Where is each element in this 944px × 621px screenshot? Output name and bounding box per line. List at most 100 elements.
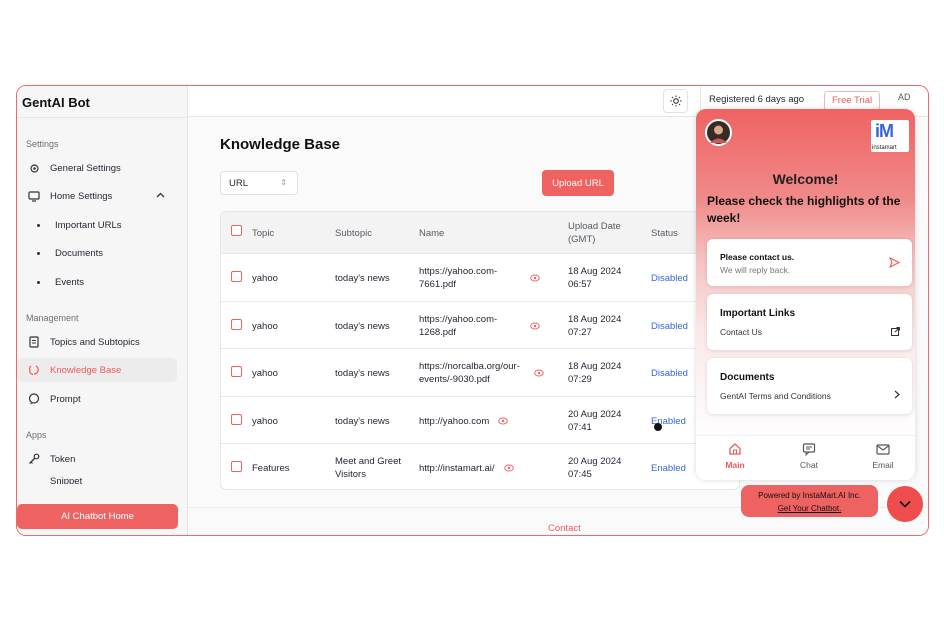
bullet-icon <box>37 223 40 227</box>
welcome-heading: Welcome! <box>772 171 839 187</box>
widget-tab-email[interactable]: Email <box>858 442 908 470</box>
widget-toggle-button[interactable] <box>887 486 923 522</box>
highlight-text: Please check the highlights of the week! <box>707 194 901 225</box>
section-apps: Apps <box>26 430 47 440</box>
sidebar-item-label: Snippet <box>50 476 83 484</box>
sidebar-item-documents[interactable]: Documents <box>17 241 177 265</box>
select-arrows-icon: ⇕ <box>280 178 287 187</box>
brain-icon <box>28 364 40 376</box>
external-link-icon <box>891 327 900 336</box>
sidebar-item-snippet[interactable]: Snippet <box>17 476 177 484</box>
free-trial-badge[interactable]: Free Trial <box>824 91 881 110</box>
sidebar-item-label: Documents <box>55 247 104 259</box>
source-type-select[interactable]: URL ⇕ <box>220 171 298 195</box>
row-date: 18 Aug 2024 07:27 <box>568 313 622 338</box>
theme-toggle-button[interactable] <box>663 89 688 113</box>
row-status[interactable]: Disabled <box>651 320 688 333</box>
row-checkbox[interactable] <box>231 461 242 472</box>
card-subtitle: GentAI Terms and Conditions <box>720 391 831 401</box>
widget-nav: Main Chat Email <box>696 435 915 480</box>
eye-icon[interactable] <box>534 369 544 377</box>
mouse-cursor <box>654 423 662 431</box>
app-window: GentAI Bot Settings General Settings Hom… <box>16 85 929 536</box>
bullet-icon <box>37 251 40 255</box>
sidebar-item-knowledge-base[interactable]: Knowledge Base <box>17 358 177 382</box>
widget-tab-label: Main <box>725 460 745 470</box>
sidebar-item-label: Token <box>50 453 76 465</box>
row-checkbox[interactable] <box>231 318 242 330</box>
chevron-up-icon[interactable] <box>156 190 165 201</box>
table-row: yahoo today's news https://yahoo.com-126… <box>221 302 739 349</box>
card-title: Important Links <box>720 308 796 319</box>
upload-url-button[interactable]: Upload URL <box>542 170 614 196</box>
sidebar-item-token[interactable]: Token <box>17 447 177 471</box>
row-date: 20 Aug 2024 07:45 <box>568 456 622 480</box>
sidebar-item-home-settings[interactable]: Home Settings <box>17 184 177 208</box>
table-row: Features Meet and Greet Visitors http://… <box>221 444 739 489</box>
row-status[interactable]: Disabled <box>651 272 688 285</box>
documents-card[interactable]: Documents GentAI Terms and Conditions <box>707 358 912 414</box>
instamart-logo: iM instamart <box>871 120 909 152</box>
row-checkbox[interactable] <box>231 366 242 377</box>
eye-icon[interactable] <box>530 274 540 282</box>
row-topic: yahoo <box>252 273 278 284</box>
sun-icon <box>670 95 681 107</box>
widget-tab-chat[interactable]: Chat <box>784 442 834 470</box>
sidebar-item-label: Topics and Subtopics <box>50 336 140 348</box>
widget-tab-main[interactable]: Main <box>710 442 760 470</box>
app-title: GentAI Bot <box>17 86 187 118</box>
user-avatar[interactable]: AD <box>898 92 920 108</box>
card-title: Documents <box>720 372 775 383</box>
home-icon <box>729 443 741 455</box>
sidebar-item-prompt[interactable]: Prompt <box>17 387 177 411</box>
document-icon <box>28 336 40 348</box>
eye-icon[interactable] <box>498 417 508 425</box>
sidebar-item-events[interactable]: Events <box>17 270 177 294</box>
row-name: http://yahoo.com <box>419 415 490 427</box>
select-value: URL <box>229 178 249 189</box>
sidebar-item-label: Home Settings <box>50 190 113 202</box>
knowledge-table: Topic Subtopic Name Upload Date (GMT) St… <box>220 211 740 490</box>
row-date: 20 Aug 2024 07:41 <box>568 408 622 433</box>
sidebar-item-general-settings[interactable]: General Settings <box>17 156 177 180</box>
row-status[interactable]: Disabled <box>651 367 688 380</box>
sidebar-item-important-urls[interactable]: Important URLs <box>17 213 177 237</box>
contact-us-card[interactable]: Please contact us. We will reply back. <box>707 239 912 286</box>
header-topic: Topic <box>252 228 275 239</box>
logo-mark: iM <box>875 121 894 141</box>
eye-icon[interactable] <box>504 464 514 472</box>
powered-by-badge[interactable]: Powered by InstaMart.AI Inc. Get Your Ch… <box>741 485 878 517</box>
agent-avatar <box>705 119 732 146</box>
sidebar-item-label: Knowledge Base <box>50 364 122 376</box>
widget-tab-label: Chat <box>800 460 818 470</box>
row-name: https://yahoo.com-1268.pdf <box>419 313 498 338</box>
row-checkbox[interactable] <box>231 413 242 425</box>
footer-contact-link[interactable]: Contact <box>548 523 581 534</box>
row-status[interactable]: Enabled <box>651 462 686 475</box>
row-date: 18 Aug 2024 06:57 <box>568 266 622 290</box>
get-chatbot-link[interactable]: Get Your Chatbot. <box>778 504 842 513</box>
sidebar-item-label: Events <box>55 276 85 288</box>
table-header: Topic Subtopic Name Upload Date (GMT) St… <box>221 212 739 254</box>
chat-icon <box>28 393 40 405</box>
sidebar-item-topics[interactable]: Topics and Subtopics <box>17 330 177 354</box>
row-checkbox[interactable] <box>231 271 242 282</box>
select-all-checkbox[interactable] <box>231 225 242 236</box>
row-name: https://yahoo.com-7661.pdf <box>419 266 498 290</box>
header-name: Name <box>419 228 445 239</box>
row-topic: yahoo <box>252 368 278 379</box>
row-subtopic: Meet and Greet Visitors <box>335 456 402 480</box>
snippet-icon <box>28 476 40 484</box>
row-topic: Features <box>252 463 290 474</box>
header-upload-date: Upload Date (GMT) <box>568 221 621 245</box>
header-subtopic: Subtopic <box>335 228 372 239</box>
chevron-down-icon <box>899 500 911 508</box>
row-subtopic: today's news <box>335 368 390 379</box>
row-subtopic: today's news <box>335 273 390 284</box>
logo-text: instamart <box>872 145 897 151</box>
sidebar-item-label: General Settings <box>50 162 121 174</box>
eye-icon[interactable] <box>530 322 540 330</box>
section-management: Management <box>26 313 79 323</box>
important-links-card[interactable]: Important Links Contact Us <box>707 294 912 350</box>
ai-chatbot-home-button[interactable]: AI Chatbot Home <box>17 504 178 529</box>
